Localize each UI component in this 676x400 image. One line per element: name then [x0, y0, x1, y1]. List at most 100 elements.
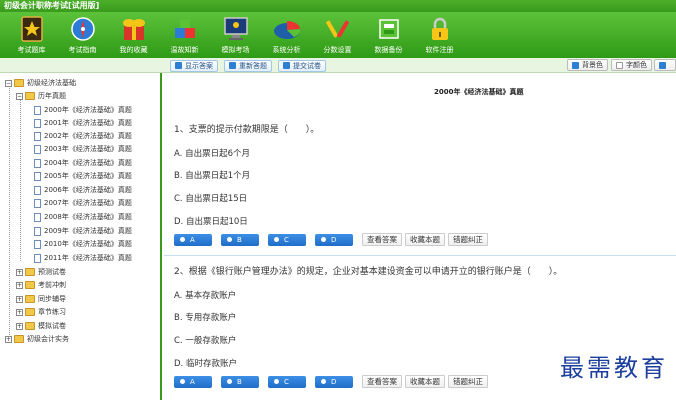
question-1-option-d: D. 自出票日起10日	[174, 217, 248, 227]
collapse-icon[interactable]: −	[5, 79, 12, 87]
tree-item-year[interactable]: 2006年《经济法基础》真题	[34, 184, 132, 196]
tree-item-year[interactable]: 2000年《经济法基础》真题	[34, 104, 132, 116]
radio-dot-icon	[227, 379, 232, 384]
tree-root-accounting[interactable]: + 初级会计实务	[5, 333, 69, 345]
question-1-option-a: A. 自出票日起6个月	[174, 149, 250, 159]
q2-report-error-button[interactable]: 错题纠正	[448, 375, 488, 388]
tree-item-year[interactable]: 2005年《经济法基础》真题	[34, 170, 132, 182]
gift-icon	[119, 15, 149, 43]
radio-dot-icon	[274, 237, 279, 242]
tree-group-past-exams[interactable]: − 历年真题	[16, 90, 66, 102]
radio-dot-icon	[321, 379, 326, 384]
question-1-text: 1、支票的提示付款期限是（ ）。	[174, 125, 320, 135]
folder-icon	[14, 335, 24, 343]
q1-report-error-button[interactable]: 错题纠正	[448, 233, 488, 246]
question-1-answer-bar: A B C D 查看答案 收藏本题 错题纠正	[174, 233, 491, 246]
question-2-text: 2、根据《银行账户管理办法》的规定，企业对基本建设资金可以申请开立的银行账户是（…	[174, 267, 563, 277]
expand-icon[interactable]: +	[16, 322, 23, 330]
expand-icon[interactable]: +	[5, 335, 12, 343]
tree-group-mock[interactable]: + 模拟试卷	[16, 320, 66, 332]
document-icon	[34, 212, 41, 222]
q1-answer-b-button[interactable]: B	[221, 233, 259, 246]
expand-icon[interactable]: +	[16, 281, 23, 289]
tree-root-economic-law[interactable]: − 初级经济法基础	[5, 77, 76, 89]
tree-line	[9, 83, 10, 343]
bg-color-button[interactable]: 背景色	[567, 59, 608, 71]
submit-paper-button[interactable]: 提交试卷	[278, 59, 326, 72]
q2-answer-a-button[interactable]: A	[174, 375, 212, 388]
tree-item-year[interactable]: 2001年《经济法基础》真题	[34, 117, 132, 129]
bg-color-icon	[572, 61, 579, 69]
monitor-icon	[221, 15, 251, 43]
folder-icon	[25, 268, 35, 276]
folder-icon	[25, 295, 35, 303]
document-icon	[34, 158, 41, 168]
q2-view-answer-button[interactable]: 查看答案	[362, 375, 402, 388]
compass-icon	[68, 15, 98, 43]
watermark-text: 最需教育	[560, 354, 668, 382]
tree-item-year[interactable]: 2002年《经济法基础》真题	[34, 130, 132, 142]
blocks-icon	[170, 15, 200, 43]
q1-answer-a-button[interactable]: A	[174, 233, 212, 246]
document-icon	[34, 185, 41, 195]
main-toolbar: 考试题库 考试指南 我的收藏 温故知新 模拟考场 系统分析 分数设置 数据备份 …	[0, 12, 676, 58]
toolbar-favorites[interactable]: 我的收藏	[108, 12, 159, 58]
show-answer-icon	[175, 62, 182, 69]
toolbar-review[interactable]: 温故知新	[159, 12, 210, 58]
tree-item-year[interactable]: 2010年《经济法基础》真题	[34, 238, 132, 250]
q1-answer-d-button[interactable]: D	[315, 233, 353, 246]
toolbar-analysis[interactable]: 系统分析	[261, 12, 312, 58]
q2-answer-d-button[interactable]: D	[315, 375, 353, 388]
q1-view-answer-button[interactable]: 查看答案	[362, 233, 402, 246]
collapse-icon[interactable]: −	[16, 92, 23, 100]
redo-button[interactable]: 重新答题	[224, 59, 272, 72]
submit-icon	[283, 62, 290, 69]
toolbar-register[interactable]: 软件注册	[414, 12, 465, 58]
tree-group-forecast[interactable]: + 预测试卷	[16, 266, 66, 278]
question-2-option-c: C. 一般存款账户	[174, 336, 237, 346]
q1-favorite-button[interactable]: 收藏本题	[405, 233, 445, 246]
toolbar-mock-exam[interactable]: 模拟考场	[210, 12, 261, 58]
expand-icon[interactable]: +	[16, 268, 23, 276]
lock-icon	[425, 15, 455, 43]
question-2-answer-bar: A B C D 查看答案 收藏本题 错题纠正	[174, 375, 491, 388]
folder-icon	[25, 281, 35, 289]
tree-line	[20, 95, 21, 261]
expand-icon[interactable]: +	[16, 295, 23, 303]
document-icon	[34, 118, 41, 128]
folder-icon	[14, 79, 24, 87]
q2-favorite-button[interactable]: 收藏本题	[405, 375, 445, 388]
question-2-option-a: A. 基本存款账户	[174, 291, 237, 301]
tree-item-year[interactable]: 2004年《经济法基础》真题	[34, 157, 132, 169]
extra-button[interactable]	[654, 59, 676, 71]
document-icon	[34, 171, 41, 181]
tree-group-chapter[interactable]: + 章节练习	[16, 306, 66, 318]
tree-group-sync[interactable]: + 同步辅导	[16, 293, 66, 305]
radio-dot-icon	[227, 237, 232, 242]
folder-icon	[25, 322, 35, 330]
folder-icon	[25, 92, 35, 100]
tree-item-year[interactable]: 2011年《经济法基础》真题	[34, 252, 132, 264]
tree-item-year[interactable]: 2009年《经济法基础》真题	[34, 225, 132, 237]
expand-icon[interactable]: +	[16, 308, 23, 316]
toolbar-score-settings[interactable]: 分数设置	[312, 12, 363, 58]
q1-answer-c-button[interactable]: C	[268, 233, 306, 246]
database-icon	[374, 15, 404, 43]
q2-answer-c-button[interactable]: C	[268, 375, 306, 388]
tree-item-year[interactable]: 2008年《经济法基础》真题	[34, 211, 132, 223]
q2-answer-b-button[interactable]: B	[221, 375, 259, 388]
show-answer-button[interactable]: 显示答案	[170, 59, 218, 72]
document-icon	[34, 198, 41, 208]
toolbar-exam-guide[interactable]: 考试指南	[57, 12, 108, 58]
toolbar-question-bank[interactable]: 考试题库	[6, 12, 57, 58]
tree-group-sprint[interactable]: + 考前冲刺	[16, 279, 66, 291]
font-color-button[interactable]: 字颜色	[611, 59, 652, 71]
pie-chart-icon	[272, 15, 302, 43]
tree-item-year[interactable]: 2003年《经济法基础》真题	[34, 143, 132, 155]
document-icon	[34, 144, 41, 154]
tree-item-year[interactable]: 2007年《经济法基础》真题	[34, 197, 132, 209]
toolbar-backup[interactable]: 数据备份	[363, 12, 414, 58]
font-color-icon	[616, 61, 623, 69]
question-1-option-c: C. 自出票日起15日	[174, 194, 248, 204]
question-divider	[164, 255, 676, 256]
